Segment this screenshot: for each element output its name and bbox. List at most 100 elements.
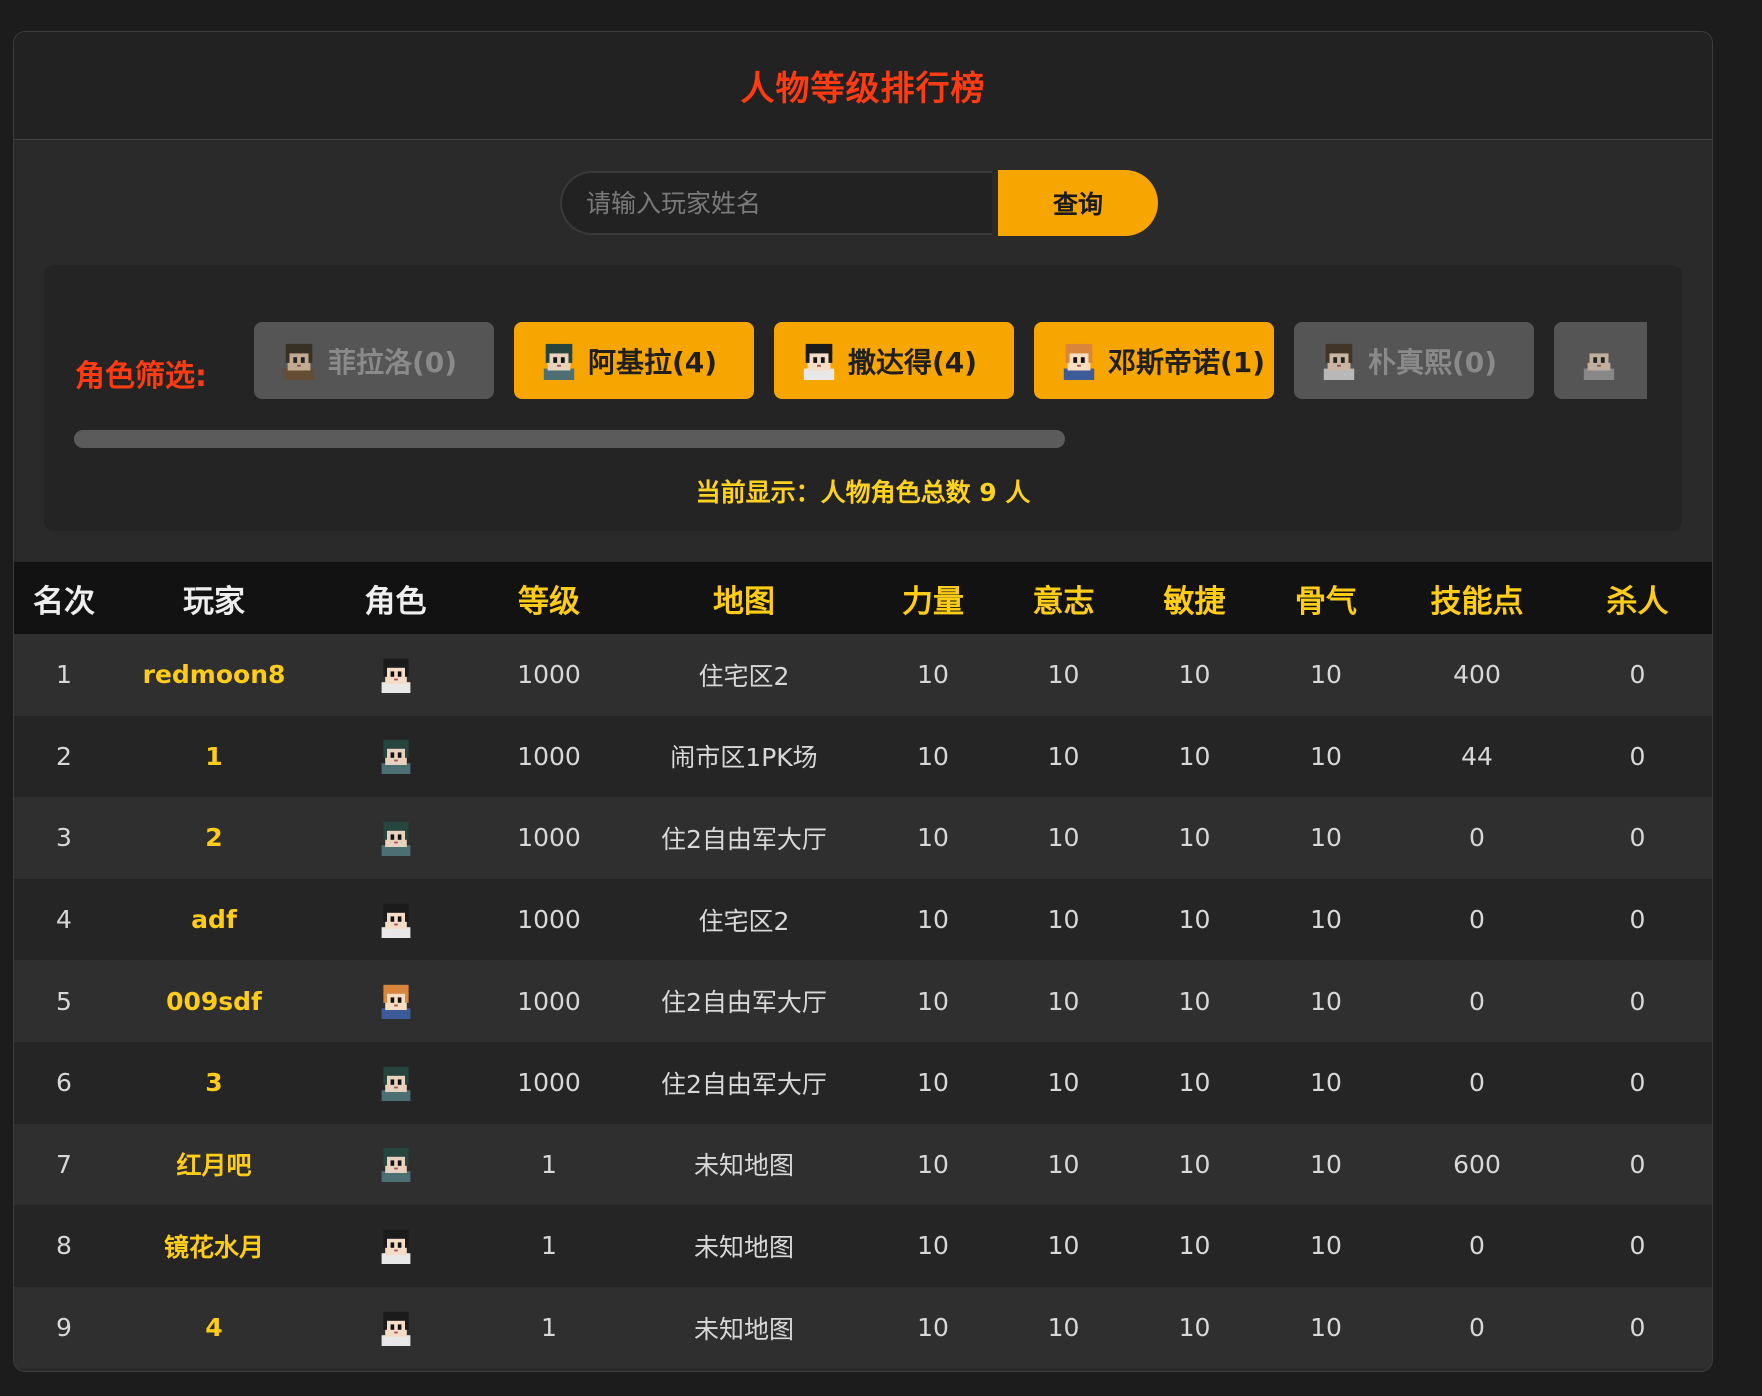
ranking-table: 名次 玩家 角色 等级 地图 力量 意志 敏捷 骨气 技能点 杀人 1 redmo… (14, 562, 1712, 1369)
character-avatar-icon (378, 740, 414, 775)
col-header-skill-points: 技能点 (1430, 583, 1524, 620)
cell-role (314, 879, 477, 961)
cell-will: 10 (1047, 741, 1080, 771)
cell-will: 10 (1047, 1068, 1080, 1098)
cell-agility: 10 (1178, 1231, 1211, 1261)
cell-strength: 10 (917, 905, 949, 935)
role-filter-chip[interactable]: 撒达得(4) (774, 322, 1014, 399)
cell-strength: 10 (917, 823, 949, 853)
search-bar: 查询 (560, 170, 1158, 236)
table-header-row: 名次 玩家 角色 等级 地图 力量 意志 敏捷 骨气 技能点 杀人 (14, 562, 1712, 634)
cell-player[interactable]: 009sdf (114, 960, 314, 1042)
cell-agility: 10 (1178, 1313, 1211, 1343)
cell-rank: 9 (56, 1313, 72, 1343)
table-row: 3 2 1000 住2自由军大厅 10 10 10 10 0 0 (14, 797, 1712, 879)
cell-level: 1 (541, 1313, 557, 1343)
cell-strength: 10 (917, 1068, 949, 1098)
cell-role (314, 716, 477, 798)
role-filter-chip[interactable]: 菲拉洛(0) (254, 322, 494, 399)
cell-agility: 10 (1178, 1149, 1211, 1179)
cell-kills: 0 (1629, 1149, 1646, 1179)
cell-level: 1000 (517, 905, 581, 935)
role-filter-chip[interactable]: 邓斯帝诺(1) (1034, 322, 1274, 399)
cell-skill-points: 400 (1453, 660, 1501, 690)
role-chip-list: 菲拉洛(0) 阿基拉(4) 撒达得(4) 邓斯帝诺(1) 朴真熙(0) (254, 322, 1647, 399)
role-filter-chip-label: 菲拉洛(0) (328, 345, 458, 379)
cell-will: 10 (1047, 1313, 1080, 1343)
cell-rank: 8 (56, 1231, 72, 1261)
ranking-table-body: 1 redmoon8 1000 住宅区2 10 10 10 10 400 0 2 1 1000 闹市区1P… (14, 634, 1712, 1369)
cell-agility: 10 (1178, 741, 1211, 771)
cell-role (314, 1042, 477, 1124)
role-filter-chip[interactable]: 阿基拉(4) (514, 322, 754, 399)
cell-level: 1 (541, 1149, 557, 1179)
cell-kills: 0 (1629, 986, 1646, 1016)
cell-skill-points: 44 (1461, 741, 1493, 771)
filter-status-text: 当前显示：人物角色总数 9 人 (695, 478, 1031, 507)
cell-map: 未知地图 (693, 1151, 794, 1181)
col-header-map: 地图 (713, 583, 775, 620)
cell-player[interactable]: 红月吧 (114, 1124, 314, 1206)
cell-level: 1000 (517, 1068, 581, 1098)
cell-strength: 10 (917, 1149, 949, 1179)
horizontal-scrollbar[interactable] (74, 430, 1647, 448)
table-row: 8 镜花水月 1 未知地图 10 10 10 10 0 0 (14, 1205, 1712, 1287)
scrollbar-thumb[interactable] (74, 430, 1065, 448)
cell-skill-points: 600 (1453, 1149, 1501, 1179)
role-filter-panel: 角色筛选: 菲拉洛(0) 阿基拉(4) 撒达得(4) 邓斯帝诺(1) 朴真熙(0) 当前… (44, 265, 1682, 531)
table-row: 7 红月吧 1 未知地图 10 10 10 10 600 0 (14, 1123, 1712, 1206)
cell-bone: 10 (1310, 1068, 1342, 1098)
character-avatar-icon (378, 821, 414, 856)
role-filter-chip[interactable]: 朴真熙(0) (1294, 322, 1534, 399)
character-avatar-icon (378, 1229, 414, 1264)
cell-map: 闹市区1PK场 (670, 743, 818, 773)
cell-level: 1000 (517, 660, 581, 690)
cell-player[interactable]: 镜花水月 (114, 1205, 314, 1287)
character-avatar-icon (378, 1066, 414, 1101)
query-button[interactable]: 查询 (998, 170, 1158, 236)
panel-header: 人物等级排行榜 (14, 32, 1712, 140)
cell-will: 10 (1047, 1149, 1080, 1179)
cell-player[interactable]: 3 (114, 1042, 314, 1124)
table-row: 6 3 1000 住2自由军大厅 10 10 10 10 0 0 (14, 1041, 1712, 1124)
character-avatar-icon (280, 342, 318, 380)
cell-kills: 0 (1629, 823, 1646, 853)
character-avatar-icon (1320, 342, 1358, 380)
cell-player[interactable]: redmoon8 (114, 634, 314, 716)
col-header-bone: 骨气 (1295, 583, 1357, 620)
role-filter-chip-label: 撒达得(4) (848, 345, 978, 379)
role-filter-chip[interactable] (1554, 322, 1647, 399)
cell-will: 10 (1047, 1231, 1080, 1261)
cell-bone: 10 (1310, 1149, 1342, 1179)
cell-kills: 0 (1629, 741, 1646, 771)
cell-will: 10 (1047, 660, 1080, 690)
character-avatar-icon (378, 903, 414, 938)
character-avatar-icon (378, 1148, 414, 1183)
role-chip-scroller: 菲拉洛(0) 阿基拉(4) 撒达得(4) 邓斯帝诺(1) 朴真熙(0) (254, 322, 1647, 402)
player-search-input[interactable] (560, 171, 992, 235)
cell-player[interactable]: 2 (114, 797, 314, 879)
cell-player[interactable]: 1 (114, 716, 314, 798)
cell-level: 1 (541, 1231, 557, 1261)
cell-rank: 2 (56, 741, 72, 771)
cell-rank: 1 (56, 660, 72, 690)
cell-map: 住宅区2 (698, 661, 790, 691)
role-filter-chip-label: 邓斯帝诺(1) (1108, 345, 1266, 379)
col-header-agility: 敏捷 (1163, 583, 1226, 620)
cell-role (314, 1205, 477, 1287)
cell-agility: 10 (1178, 1068, 1211, 1098)
cell-player[interactable]: 4 (114, 1287, 314, 1369)
cell-will: 10 (1047, 986, 1080, 1016)
col-header-strength: 力量 (902, 583, 964, 620)
cell-role (314, 1287, 477, 1369)
character-avatar-icon (540, 342, 578, 380)
cell-player[interactable]: adf (114, 879, 314, 961)
cell-bone: 10 (1310, 1231, 1342, 1261)
col-header-kills: 杀人 (1606, 583, 1669, 620)
cell-agility: 10 (1178, 905, 1211, 935)
table-row: 1 redmoon8 1000 住宅区2 10 10 10 10 400 0 (14, 634, 1712, 716)
cell-rank: 4 (56, 905, 72, 935)
cell-skill-points: 0 (1469, 1231, 1485, 1261)
cell-bone: 10 (1310, 660, 1342, 690)
cell-bone: 10 (1310, 823, 1342, 853)
